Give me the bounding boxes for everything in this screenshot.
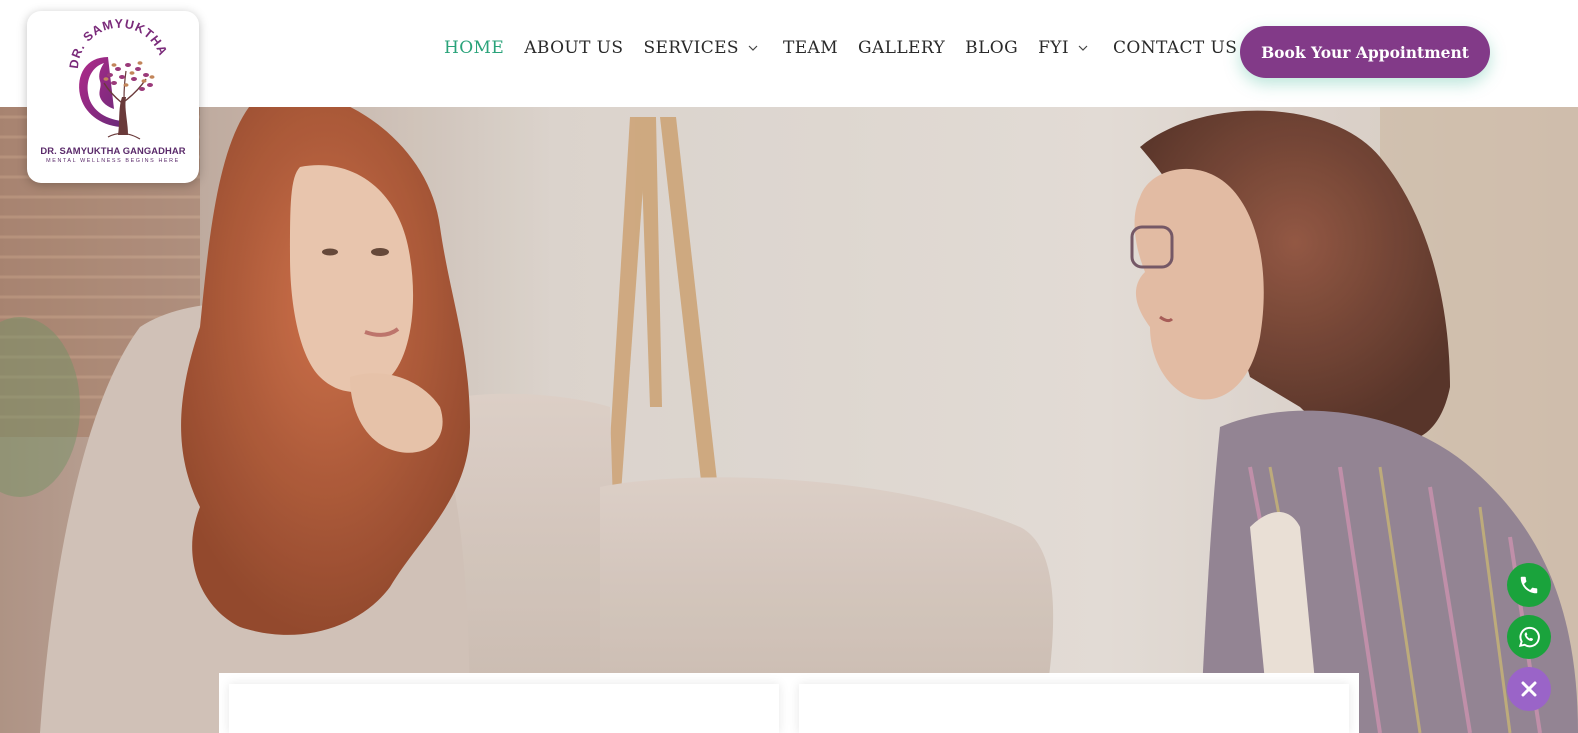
phone-icon (1520, 576, 1538, 594)
chevron-down-icon (748, 45, 758, 51)
nav-blog-label: BLOG (965, 38, 1019, 58)
nav-fyi-label: FYI (1038, 38, 1070, 58)
logo-tagline: MENTAL WELLNESS BEGINS HERE (46, 158, 180, 164)
nav-contact-us[interactable]: CONTACT US (1113, 38, 1237, 58)
counseling-session-photo (0, 107, 1578, 733)
whatsapp-button[interactable] (1507, 615, 1551, 659)
hero-image (0, 107, 1578, 733)
info-card (229, 684, 779, 733)
nav-gallery-label: GALLERY (858, 38, 946, 58)
nav-team[interactable]: TEAM (783, 38, 838, 58)
whatsapp-icon (1518, 626, 1540, 648)
nav-contact-us-label: CONTACT US (1113, 38, 1238, 58)
nav-about-us[interactable]: ABOUT US (524, 38, 623, 58)
svg-text:DR. SAMYUKTHA: DR. SAMYUKTHA (67, 17, 170, 69)
close-contact-button[interactable] (1507, 667, 1551, 711)
nav-home-label: HOME (444, 38, 505, 58)
chevron-down-icon (1078, 45, 1088, 51)
nav-services-label: SERVICES (643, 38, 739, 58)
nav-blog[interactable]: BLOG (965, 38, 1018, 58)
nav-gallery[interactable]: GALLERY (858, 38, 945, 58)
site-header: HOME ABOUT US SERVICES TEAM GALLERY BLOG… (0, 0, 1578, 107)
site-logo[interactable]: DR. SAMYUKTHA DR. SAMYUKTHA GANGADHAR ME… (27, 11, 199, 183)
nav-team-label: TEAM (782, 38, 839, 58)
logo-brand-name: DR. SAMYUKTHA GANGADHAR (40, 145, 186, 156)
book-appointment-button[interactable]: Book Your Appointment (1240, 26, 1490, 78)
logo-arc-text: DR. SAMYUKTHA (67, 17, 169, 69)
phone-button[interactable] (1507, 563, 1551, 607)
close-icon (1521, 681, 1537, 697)
tree-head-logo-icon: DR. SAMYUKTHA (67, 17, 170, 140)
info-card (799, 684, 1349, 733)
nav-about-us-label: ABOUT US (524, 38, 624, 58)
nav-fyi[interactable]: FYI (1038, 38, 1089, 58)
nav-home[interactable]: HOME (444, 38, 504, 58)
main-nav: HOME ABOUT US SERVICES TEAM GALLERY BLOG… (444, 38, 1257, 58)
nav-services[interactable]: SERVICES (643, 38, 759, 58)
